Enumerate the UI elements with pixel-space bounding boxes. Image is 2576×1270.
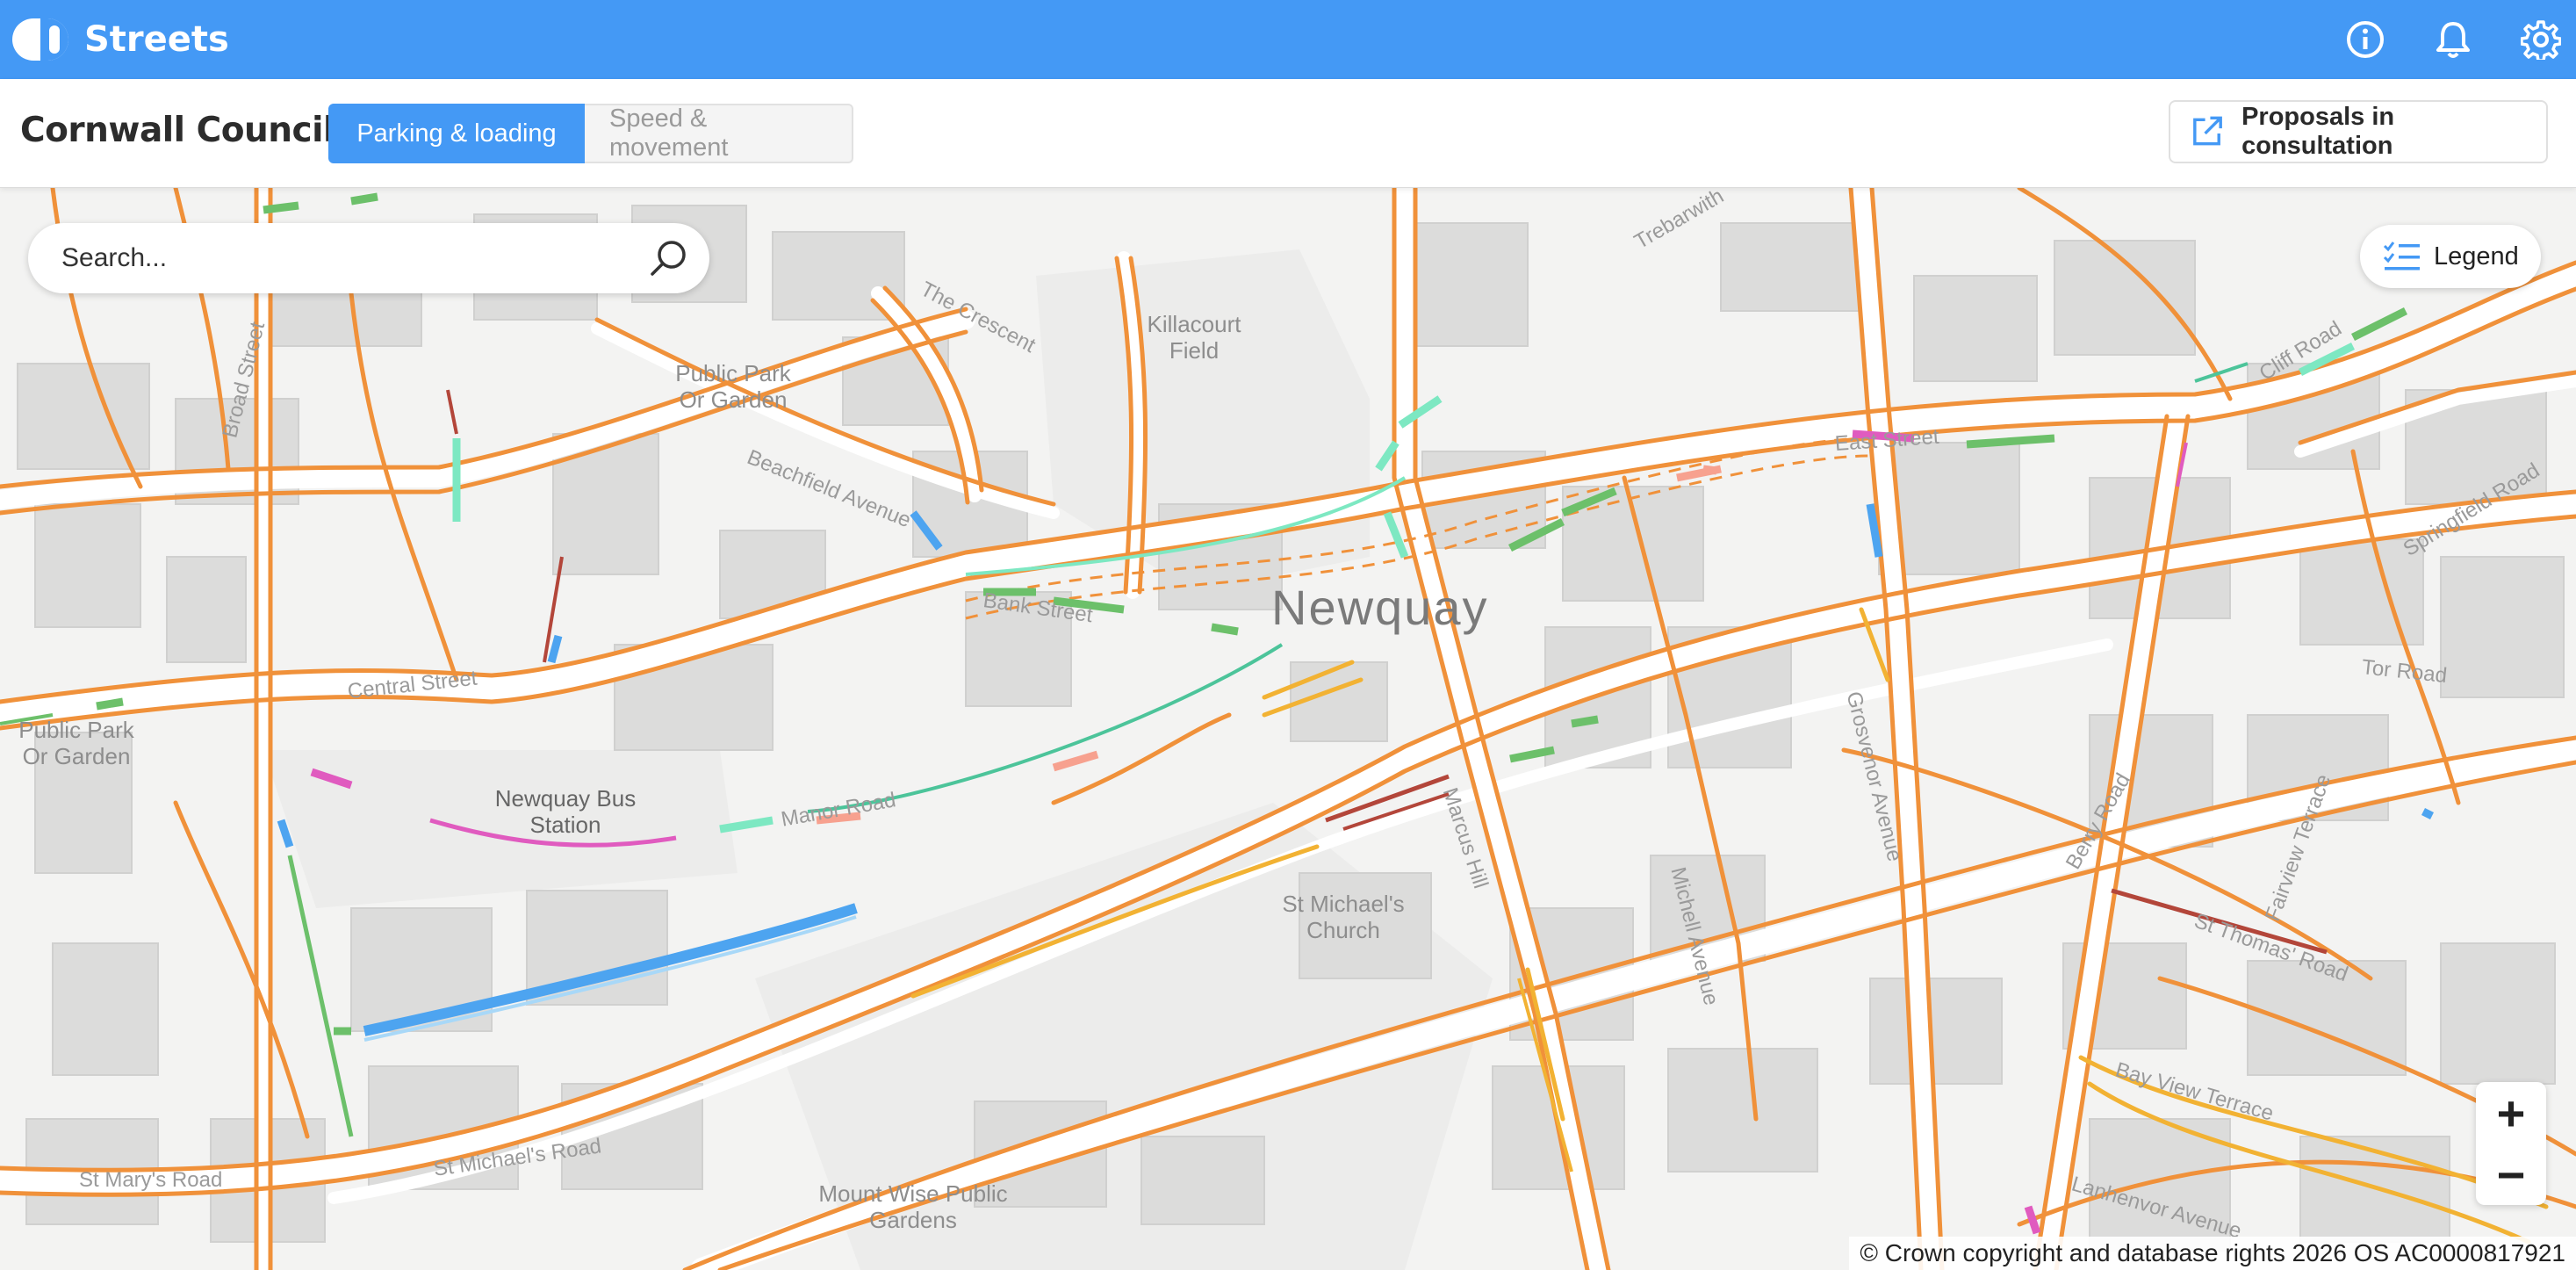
map-layer[interactable] bbox=[0, 188, 2576, 1270]
app-name: Streets bbox=[84, 19, 229, 60]
legend-button[interactable]: Legend bbox=[2360, 225, 2541, 288]
legend-label: Legend bbox=[2434, 242, 2519, 271]
search-icon[interactable] bbox=[648, 237, 690, 279]
app-header: Streets bbox=[0, 0, 2576, 79]
street-label: St Mary's Road bbox=[79, 1168, 223, 1192]
zoom-controls: + − bbox=[2476, 1082, 2546, 1205]
toolbar: Cornwall Council Parking & loading Speed… bbox=[0, 79, 2576, 188]
proposals-label: Proposals in consultation bbox=[2241, 103, 2395, 160]
gear-icon[interactable] bbox=[2520, 18, 2562, 61]
town-label: Newquay bbox=[1271, 580, 1489, 635]
map-canvas[interactable]: Newquay Killacourt Field Public Park Or … bbox=[0, 188, 2576, 1270]
tab-parking-loading[interactable]: Parking & loading bbox=[328, 104, 585, 163]
place-label: Public Park Or Garden bbox=[18, 717, 134, 769]
search-bar bbox=[28, 223, 709, 293]
council-name: Cornwall Council bbox=[20, 111, 335, 150]
search-input[interactable] bbox=[61, 243, 623, 273]
info-icon[interactable] bbox=[2344, 18, 2386, 61]
external-link-icon bbox=[2193, 116, 2222, 146]
bell-icon[interactable] bbox=[2432, 18, 2474, 61]
brand[interactable]: Streets bbox=[12, 11, 229, 69]
proposals-button[interactable]: Proposals in consultation bbox=[2169, 100, 2548, 163]
place-label: Killacourt Field bbox=[1147, 311, 1241, 364]
zoom-in-button[interactable]: + bbox=[2476, 1082, 2546, 1144]
place-label: Newquay Bus Station bbox=[494, 785, 637, 838]
map-attribution: © Crown copyright and database rights 20… bbox=[1849, 1237, 2576, 1270]
view-tabs: Parking & loading Speed & movement bbox=[328, 104, 853, 163]
streets-logo-icon bbox=[12, 18, 68, 61]
tab-speed-movement[interactable]: Speed & movement bbox=[585, 104, 853, 163]
place-label: Mount Wise Public Gardens bbox=[818, 1180, 1008, 1233]
place-label: Public Park Or Garden bbox=[675, 360, 791, 413]
checklist-icon bbox=[2383, 242, 2420, 271]
place-label: St Michael's Church bbox=[1282, 891, 1405, 943]
zoom-out-button[interactable]: − bbox=[2476, 1144, 2546, 1205]
